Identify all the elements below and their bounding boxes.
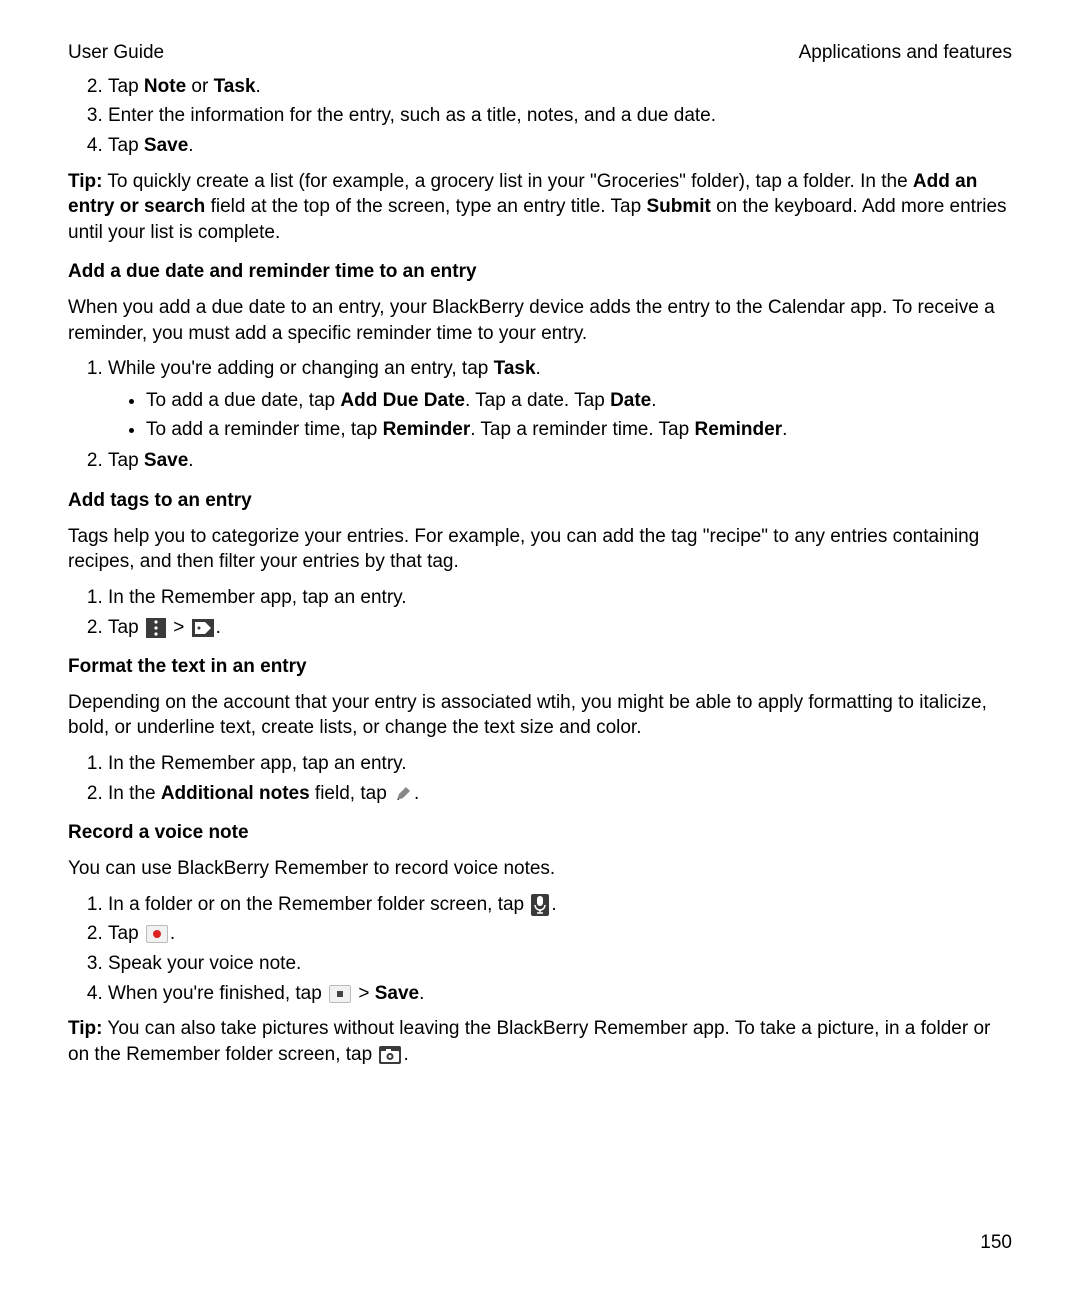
list-item: Tap > . [108,615,1012,641]
voice-steps: In a folder or on the Remember folder sc… [68,892,1012,1007]
section-heading-format: Format the text in an entry [68,654,1012,680]
section-intro: Depending on the account that your entry… [68,690,1012,741]
tip-paragraph: Tip: To quickly create a list (for examp… [68,169,1012,246]
header-right: Applications and features [799,40,1012,66]
list-item: In the Remember app, tap an entry. [108,751,1012,777]
pencil-icon [394,785,412,803]
section-heading-tags: Add tags to an entry [68,488,1012,514]
section-intro: When you add a due date to an entry, you… [68,295,1012,346]
section-heading-voice: Record a voice note [68,820,1012,846]
format-steps: In the Remember app, tap an entry. In th… [68,751,1012,806]
list-item: In the Additional notes field, tap . [108,781,1012,807]
page-number: 150 [980,1230,1012,1256]
tip-paragraph: Tip: You can also take pictures without … [68,1016,1012,1067]
list-item: In the Remember app, tap an entry. [108,585,1012,611]
list-item: Speak your voice note. [108,951,1012,977]
list-item: When you're finished, tap > Save. [108,981,1012,1007]
page-header: User Guide Applications and features [68,40,1012,66]
list-item: In a folder or on the Remember folder sc… [108,892,1012,918]
due-date-steps: While you're adding or changing an entry… [68,356,1012,474]
list-item: While you're adding or changing an entry… [108,356,1012,442]
section-intro: You can use BlackBerry Remember to recor… [68,856,1012,882]
header-left: User Guide [68,40,164,66]
stop-icon [329,985,351,1003]
record-icon [146,925,168,943]
tags-steps: In the Remember app, tap an entry. Tap >… [68,585,1012,640]
list-item: To add a due date, tap Add Due Date. Tap… [146,388,1012,414]
list-item: Tap Save. [108,133,1012,159]
camera-icon [379,1046,401,1064]
tag-icon [192,619,214,637]
microphone-icon [531,894,549,916]
sub-bullets: To add a due date, tap Add Due Date. Tap… [108,388,1012,442]
overflow-menu-icon [146,618,166,638]
section-heading-due-date: Add a due date and reminder time to an e… [68,259,1012,285]
list-item: Tap Note or Task. [108,74,1012,100]
list-item: Tap . [108,921,1012,947]
list-item: Enter the information for the entry, suc… [108,103,1012,129]
section-intro: Tags help you to categorize your entries… [68,524,1012,575]
list-item: To add a reminder time, tap Reminder. Ta… [146,417,1012,443]
intro-steps: Tap Note or Task. Enter the information … [68,74,1012,159]
list-item: Tap Save. [108,448,1012,474]
